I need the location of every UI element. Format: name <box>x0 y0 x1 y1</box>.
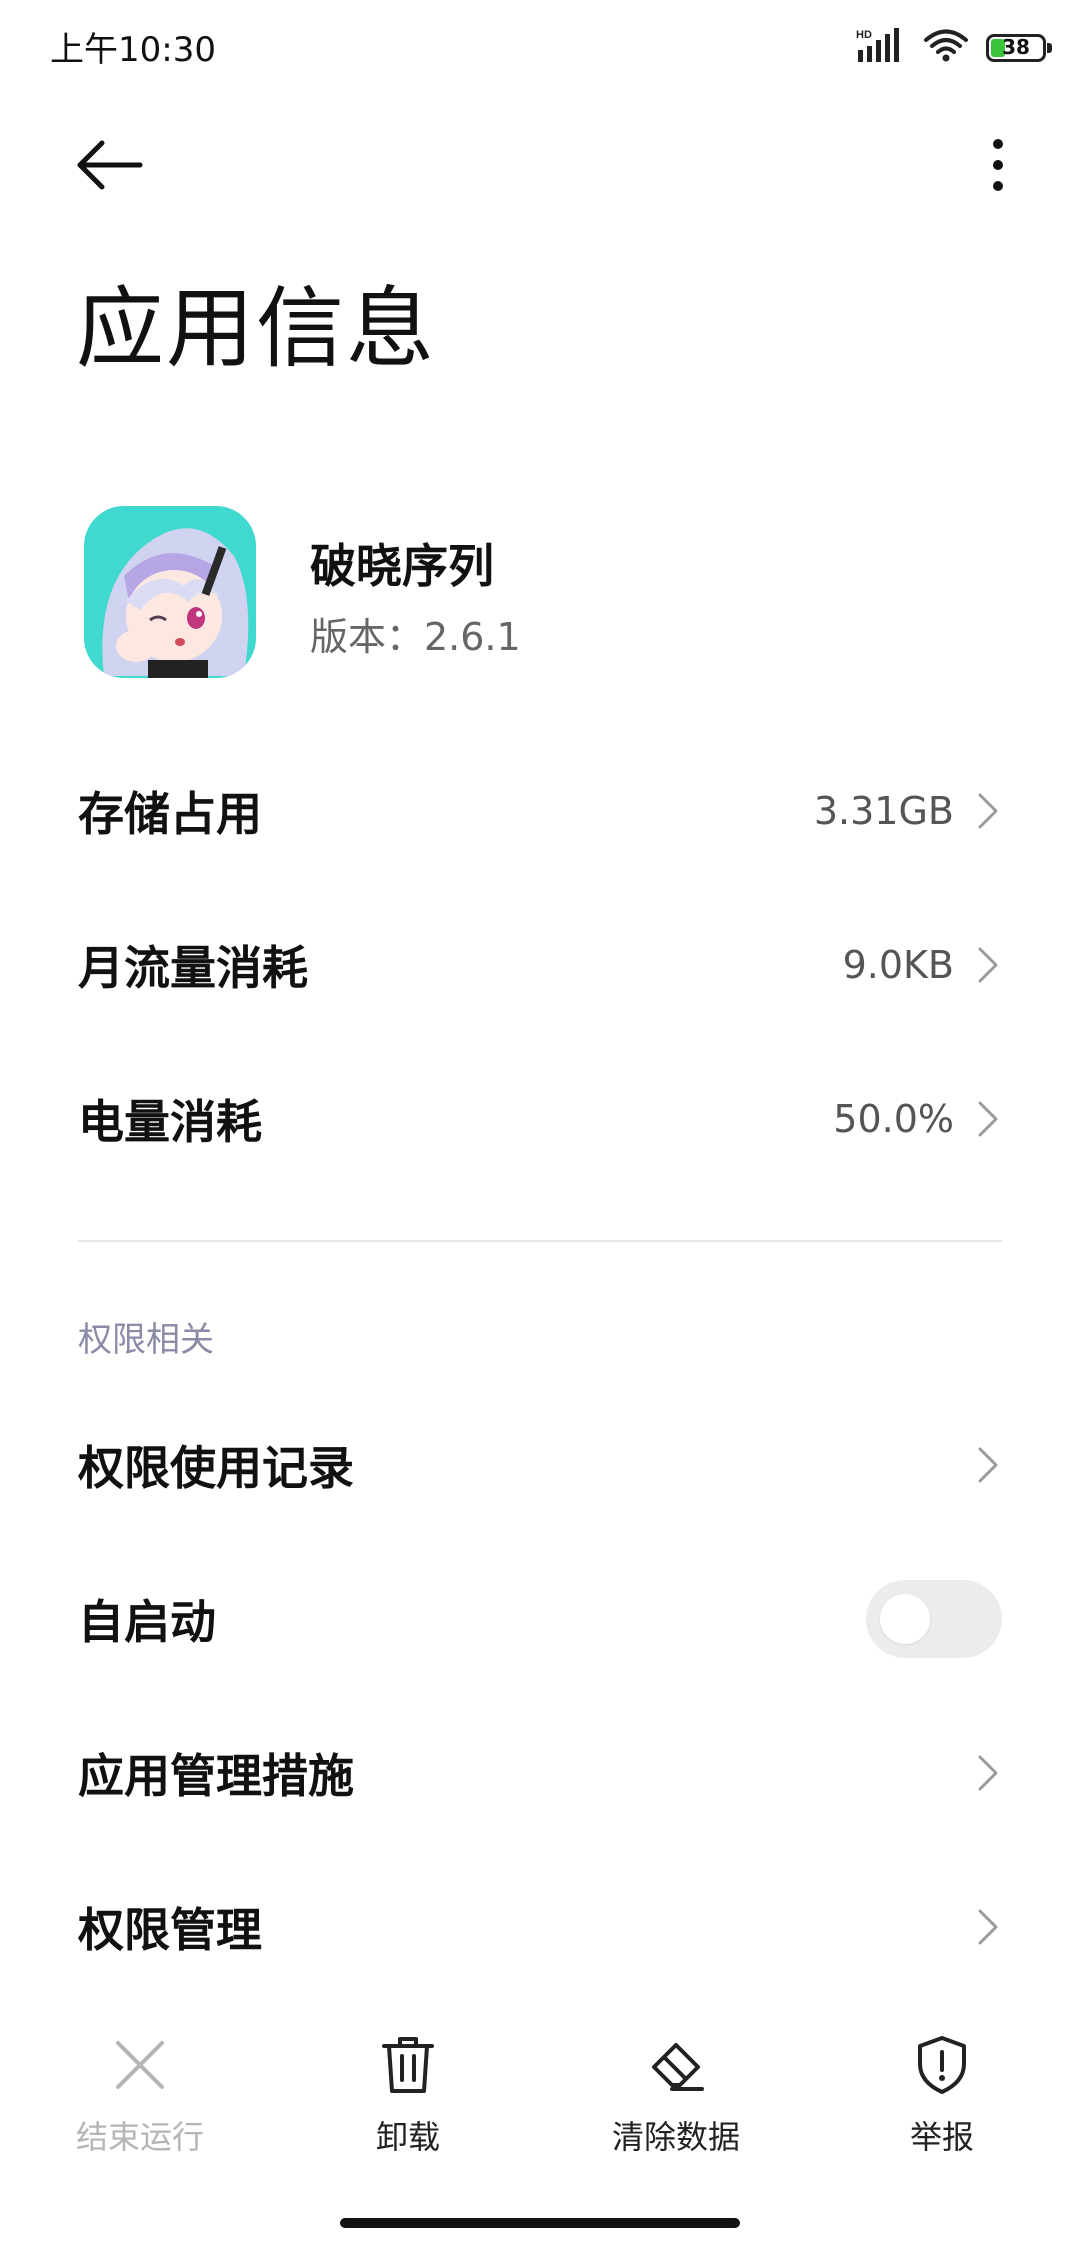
more-vertical-icon <box>993 139 1003 191</box>
divider <box>78 1240 1002 1242</box>
storage-row[interactable]: 存储占用 3.31GB <box>78 756 1002 866</box>
clear-data-button[interactable]: 清除数据 <box>566 2030 786 2158</box>
battery-usage-row[interactable]: 电量消耗 50.0% <box>78 1064 1002 1174</box>
home-indicator[interactable] <box>340 2218 740 2228</box>
status-bar: 上午10:30 HD 38 <box>0 0 1080 96</box>
permission-management-row[interactable]: 权限管理 <box>78 1872 1002 1982</box>
chevron-right-icon <box>974 1905 1002 1949</box>
row-label: 权限管理 <box>78 1903 262 1957</box>
status-time: 上午10:30 <box>50 30 216 70</box>
toggle-knob <box>880 1594 930 1644</box>
autostart-toggle[interactable] <box>866 1580 1002 1658</box>
hd-signal-icon: HD <box>856 28 906 68</box>
row-label: 电量消耗 <box>78 1095 262 1149</box>
row-label: 月流量消耗 <box>78 941 308 995</box>
action-label: 结束运行 <box>75 2118 204 2156</box>
data-usage-row[interactable]: 月流量消耗 9.0KB <box>78 910 1002 1020</box>
action-label: 清除数据 <box>611 2118 740 2156</box>
action-label: 举报 <box>909 2118 974 2156</box>
app-icon <box>84 506 256 678</box>
row-label: 自启动 <box>78 1595 216 1649</box>
app-version: 版本：2.6.1 <box>310 615 521 659</box>
action-label: 卸载 <box>375 2118 440 2156</box>
battery-icon: 38 <box>986 34 1052 62</box>
chevron-right-icon <box>974 1751 1002 1795</box>
shield-alert-icon <box>907 2030 977 2100</box>
report-button[interactable]: 举报 <box>832 2030 1052 2158</box>
status-icons: HD 38 <box>856 28 1052 68</box>
more-options-button[interactable] <box>968 130 1028 200</box>
back-button[interactable] <box>70 130 150 200</box>
eraser-icon <box>641 2030 711 2100</box>
section-label-permissions: 权限相关 <box>78 1320 214 1360</box>
row-label: 存储占用 <box>78 787 262 841</box>
chevron-right-icon <box>974 789 1002 833</box>
permission-usage-record-row[interactable]: 权限使用记录 <box>78 1410 1002 1520</box>
battery-level: 38 <box>1002 35 1030 59</box>
page-title: 应用信息 <box>76 277 437 380</box>
app-management-measures-row[interactable]: 应用管理措施 <box>78 1718 1002 1828</box>
row-label: 权限使用记录 <box>78 1441 354 1495</box>
wifi-icon <box>924 29 968 67</box>
row-label: 应用管理措施 <box>78 1749 354 1803</box>
app-name: 破晓序列 <box>310 539 494 593</box>
row-value: 50.0% <box>833 1097 954 1141</box>
row-value: 3.31GB <box>813 789 954 833</box>
force-stop-button[interactable]: 结束运行 <box>30 2030 250 2158</box>
svg-text:HD: HD <box>856 29 872 41</box>
close-icon <box>105 2030 175 2100</box>
chevron-right-icon <box>974 943 1002 987</box>
row-value: 9.0KB <box>842 943 954 987</box>
chevron-right-icon <box>974 1097 1002 1141</box>
trash-icon <box>373 2030 443 2100</box>
bottom-action-bar: 结束运行 卸载 清除数据 举报 <box>0 2030 1080 2200</box>
uninstall-button[interactable]: 卸载 <box>298 2030 518 2158</box>
chevron-right-icon <box>974 1443 1002 1487</box>
back-arrow-icon <box>77 140 143 190</box>
autostart-row: 自启动 <box>78 1564 1002 1674</box>
